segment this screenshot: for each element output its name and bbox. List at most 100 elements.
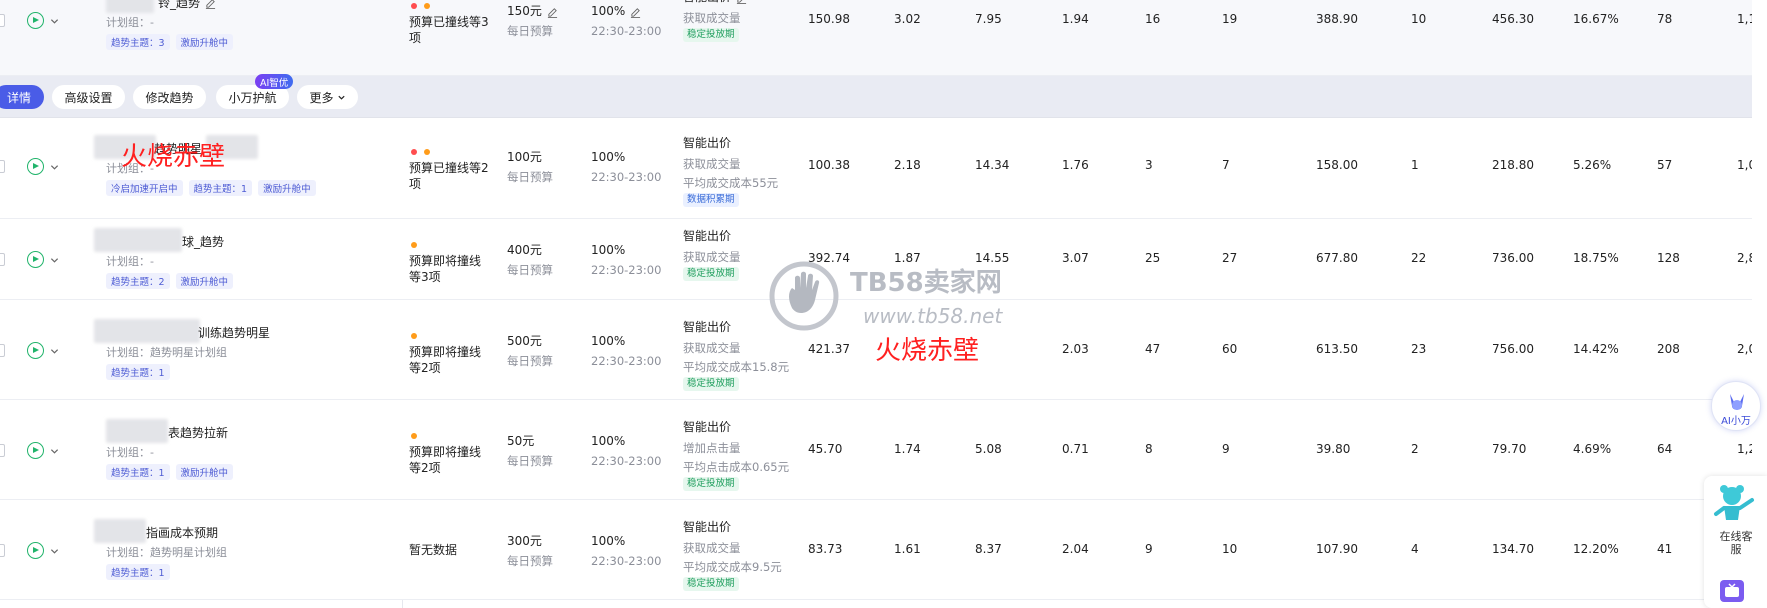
plan-group: 计划组：趋势明星计划组 — [106, 346, 227, 359]
budget-value[interactable]: 500元 — [507, 333, 553, 349]
budget-label: 每日预算 — [507, 554, 553, 568]
edit-icon[interactable] — [736, 0, 747, 4]
budget-value[interactable]: 150元 — [507, 3, 558, 19]
play-status-icon[interactable] — [27, 158, 44, 175]
metric-value: 3 — [1145, 158, 1153, 172]
budget-cell: 150元 每日预算 — [507, 3, 558, 39]
rate-time: 22:30-23:00 — [591, 263, 662, 277]
rate-value[interactable]: 100% — [591, 433, 661, 449]
metric-value: 5.26% — [1573, 158, 1612, 172]
table-row: 铃_趋势 计划组：- 趋势主题：3 激励升舱中 预算已撞线等3项 150元 每日预算 100%… — [0, 0, 1764, 76]
edit-icon[interactable] — [547, 6, 558, 18]
bid-strategy[interactable]: 智能出价 — [683, 0, 747, 5]
bid-strategy[interactable]: 智能出价 — [683, 228, 741, 244]
status-dot — [411, 3, 417, 9]
row-checkbox[interactable] — [0, 253, 5, 266]
bid-strategy[interactable]: 智能出价 — [683, 519, 782, 535]
watermark-text-1: 火烧赤壁 — [121, 142, 226, 172]
budget-value[interactable]: 300元 — [507, 533, 553, 549]
bid-strategy-text: 智能出价 — [683, 420, 732, 434]
budget-cell: 100元 每日预算 — [507, 149, 553, 185]
budget-value[interactable]: 400元 — [507, 242, 553, 258]
metric-value: 9 — [1222, 442, 1230, 456]
row-checkbox[interactable] — [0, 344, 5, 357]
table-row: 趋势明星 计划组：- 冷启加速开启中 趋势主题：1 激励升舱中 预算已撞线等2项 100元每… — [0, 118, 1764, 219]
tv-icon[interactable] — [1720, 580, 1744, 602]
campaign-name[interactable]: 表趋势拉新 — [168, 424, 228, 441]
bid-strategy[interactable]: 智能出价 — [683, 419, 789, 435]
more-label: 更多 — [309, 90, 334, 105]
status-dot — [411, 242, 417, 248]
budget-value[interactable]: 100元 — [507, 149, 553, 165]
row-checkbox[interactable] — [0, 444, 5, 457]
more-button[interactable]: 更多 — [297, 85, 358, 109]
campaign-name[interactable]: 训练趋势明星 — [198, 324, 270, 341]
rate-time: 22:30-23:00 — [591, 170, 662, 184]
metric-value: 107.90 — [1316, 542, 1358, 556]
play-status-icon[interactable] — [27, 442, 44, 459]
metric-value: 4.69% — [1573, 442, 1612, 456]
metric-value: 2.04 — [1062, 542, 1089, 556]
row-checkbox[interactable] — [0, 544, 5, 557]
status-tag: 冷启加速开启中 — [106, 180, 183, 196]
rate-value[interactable]: 100% — [591, 242, 661, 258]
row-checkbox[interactable] — [0, 160, 5, 173]
advanced-settings-button[interactable]: 高级设置 — [52, 85, 125, 109]
status-tag: 趋势主题：2 — [106, 273, 170, 289]
budget-label: 每日预算 — [507, 454, 553, 468]
budget-status: 预算已撞线等2项 — [409, 161, 489, 191]
delivery-rate-cell: 100% 22:30-23:00 — [591, 433, 661, 469]
bid-average-cost: 平均成交成本9.5元 — [683, 560, 782, 574]
status-tag: 趋势主题：3 — [106, 34, 170, 50]
play-status-icon[interactable] — [27, 251, 44, 268]
campaign-name[interactable]: 指画成本预期 — [146, 524, 218, 541]
campaign-name-text: 训练趋势明星 — [198, 326, 271, 340]
metric-value: 8.37 — [975, 542, 1002, 556]
budget-amount: 150元 — [507, 4, 542, 18]
chevron-down-icon[interactable] — [50, 445, 59, 454]
tv-icon-glyph — [1725, 583, 1739, 597]
delivery-rate-cell: 100% 22:30-23:00 — [591, 333, 661, 369]
bid-phase-badge: 稳定投放期 — [683, 377, 739, 391]
metric-value: 4 — [1411, 542, 1419, 556]
campaign-name[interactable]: 铃_趋势 — [158, 0, 216, 11]
chevron-down-icon[interactable] — [50, 254, 59, 263]
metric-value: 0.71 — [1062, 442, 1089, 456]
status-tag: 激励升舱中 — [175, 34, 234, 50]
rate-value[interactable]: 100% — [591, 3, 661, 19]
customer-service-label: 在线客服 — [1719, 530, 1753, 556]
chevron-down-icon[interactable] — [50, 161, 59, 170]
edit-icon[interactable] — [205, 0, 216, 9]
status-tag: 趋势主题：1 — [188, 180, 253, 196]
rate-value[interactable]: 100% — [591, 533, 661, 549]
campaign-name[interactable]: 球_趋势 — [182, 233, 224, 250]
rate-value[interactable]: 100% — [591, 149, 661, 165]
bid-cell: 智能出价获取成交量稳定投放期 — [683, 0, 747, 42]
bid-strategy-text: 智能出价 — [683, 136, 732, 150]
edit-icon[interactable] — [630, 6, 641, 18]
chevron-down-icon[interactable] — [50, 15, 59, 24]
play-status-icon[interactable] — [27, 12, 44, 29]
bid-strategy[interactable]: 智能出价 — [683, 135, 778, 151]
chevron-down-icon[interactable] — [50, 545, 59, 554]
status-tag: 激励升舱中 — [258, 180, 316, 196]
budget-value[interactable]: 50元 — [507, 433, 553, 449]
chevron-down-icon[interactable] — [50, 345, 59, 354]
status-dot — [411, 149, 417, 155]
bid-cell: 智能出价 获取成交量 平均成交成本9.5元 稳定投放期 — [683, 519, 782, 591]
redacted-name — [106, 419, 168, 443]
modify-trend-button[interactable]: 修改趋势 — [133, 85, 206, 109]
bid-goal: 获取成交量 — [683, 541, 741, 555]
bid-cell: 智能出价 获取成交量 平均成交成本55元 数据积累期 — [683, 135, 778, 207]
budget-cell: 50元每日预算 — [507, 433, 553, 469]
details-button[interactable]: 详情 — [0, 85, 44, 109]
rate-percent: 100% — [591, 4, 626, 18]
metric-value: 7 — [1222, 158, 1230, 172]
bid-goal: 获取成交量 — [683, 11, 741, 25]
play-status-icon[interactable] — [27, 342, 44, 359]
row-checkbox[interactable] — [0, 14, 5, 27]
play-status-icon[interactable] — [27, 542, 44, 559]
campaign-name-text: 球_趋势 — [182, 235, 225, 249]
rate-value[interactable]: 100% — [591, 333, 661, 349]
tag-list: 趋势主题：1 激励升舱中 — [106, 464, 234, 480]
